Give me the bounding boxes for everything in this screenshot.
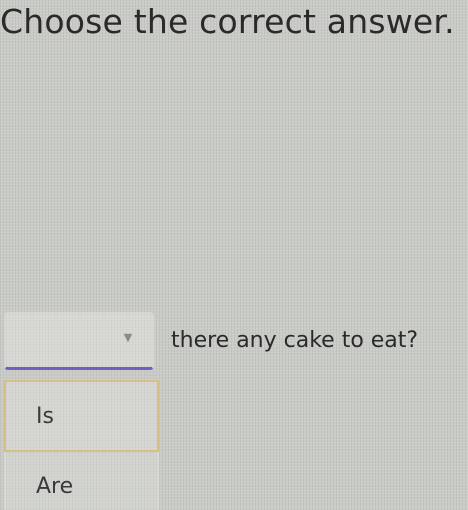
dropdown-options-list: Is Are [4,380,159,510]
answer-dropdown[interactable]: ▼ [4,312,154,370]
option-label: Is [36,403,54,429]
chevron-down-icon: ▼ [123,331,133,344]
option-are[interactable]: Are [4,452,159,510]
sentence-text: there any cake to eat? [171,328,419,353]
option-is[interactable]: Is [4,380,159,452]
option-label: Are [36,473,74,499]
instruction-title: Choose the correct answer. [0,2,455,41]
